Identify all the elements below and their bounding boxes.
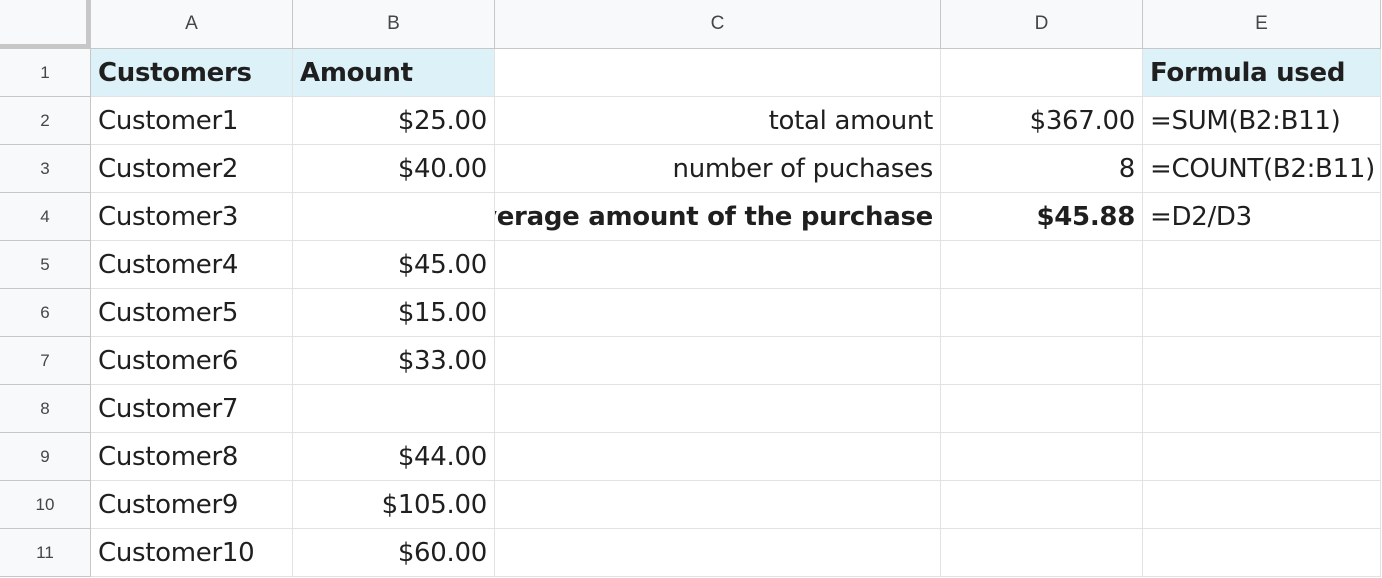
cell-b4[interactable] (293, 193, 495, 241)
spreadsheet-grid: A B C D E 1 Customers Amount Formula use… (0, 0, 1382, 578)
row-header[interactable]: 9 (0, 433, 91, 481)
row-header[interactable]: 8 (0, 385, 91, 433)
cell-b7[interactable]: $33.00 (293, 337, 495, 385)
cell-c4[interactable]: average amount of the purchase (495, 193, 941, 241)
row-header[interactable]: 2 (0, 97, 91, 145)
cell-d10[interactable] (941, 481, 1143, 529)
cell-c10[interactable] (495, 481, 941, 529)
cell-d4[interactable]: $45.88 (941, 193, 1143, 241)
row-header[interactable]: 11 (0, 529, 91, 577)
cell-e7[interactable] (1143, 337, 1381, 385)
cell-d1[interactable] (941, 49, 1143, 97)
cell-e9[interactable] (1143, 433, 1381, 481)
cell-a6[interactable]: Customer5 (91, 289, 293, 337)
cell-e11[interactable] (1143, 529, 1381, 577)
column-header-b[interactable]: B (293, 0, 495, 49)
cell-b11[interactable]: $60.00 (293, 529, 495, 577)
cell-c2[interactable]: total amount (495, 97, 941, 145)
cell-d3[interactable]: 8 (941, 145, 1143, 193)
cell-a1[interactable]: Customers (91, 49, 293, 97)
cell-c3[interactable]: number of puchases (495, 145, 941, 193)
row-header[interactable]: 4 (0, 193, 91, 241)
row-header[interactable]: 10 (0, 481, 91, 529)
cell-e10[interactable] (1143, 481, 1381, 529)
cell-c5[interactable] (495, 241, 941, 289)
cell-a8[interactable]: Customer7 (91, 385, 293, 433)
cell-e4[interactable]: =D2/D3 (1143, 193, 1381, 241)
cell-b8[interactable] (293, 385, 495, 433)
cell-e1[interactable]: Formula used (1143, 49, 1381, 97)
cell-b3[interactable]: $40.00 (293, 145, 495, 193)
cell-b5[interactable]: $45.00 (293, 241, 495, 289)
cell-d11[interactable] (941, 529, 1143, 577)
cell-d7[interactable] (941, 337, 1143, 385)
cell-a4[interactable]: Customer3 (91, 193, 293, 241)
cell-b2[interactable]: $25.00 (293, 97, 495, 145)
row-header[interactable]: 6 (0, 289, 91, 337)
cell-a9[interactable]: Customer8 (91, 433, 293, 481)
cell-e3[interactable]: =COUNT(B2:B11) (1143, 145, 1381, 193)
cell-b9[interactable]: $44.00 (293, 433, 495, 481)
cell-e6[interactable] (1143, 289, 1381, 337)
column-header-d[interactable]: D (941, 0, 1143, 49)
column-header-a[interactable]: A (91, 0, 293, 49)
cell-e5[interactable] (1143, 241, 1381, 289)
cell-e2[interactable]: =SUM(B2:B11) (1143, 97, 1381, 145)
column-header-e[interactable]: E (1143, 0, 1381, 49)
cell-d8[interactable] (941, 385, 1143, 433)
cell-a7[interactable]: Customer6 (91, 337, 293, 385)
row-header[interactable]: 5 (0, 241, 91, 289)
cell-c6[interactable] (495, 289, 941, 337)
cell-c8[interactable] (495, 385, 941, 433)
cell-a10[interactable]: Customer9 (91, 481, 293, 529)
cell-c7[interactable] (495, 337, 941, 385)
cell-b6[interactable]: $15.00 (293, 289, 495, 337)
row-header[interactable]: 1 (0, 49, 91, 97)
row-header[interactable]: 7 (0, 337, 91, 385)
cell-e8[interactable] (1143, 385, 1381, 433)
cell-c1[interactable] (495, 49, 941, 97)
cell-d6[interactable] (941, 289, 1143, 337)
cell-b1[interactable]: Amount (293, 49, 495, 97)
cell-c9[interactable] (495, 433, 941, 481)
cell-a5[interactable]: Customer4 (91, 241, 293, 289)
cell-d2[interactable]: $367.00 (941, 97, 1143, 145)
cell-a3[interactable]: Customer2 (91, 145, 293, 193)
cell-a11[interactable]: Customer10 (91, 529, 293, 577)
cell-d9[interactable] (941, 433, 1143, 481)
cell-c11[interactable] (495, 529, 941, 577)
cell-b10[interactable]: $105.00 (293, 481, 495, 529)
row-header[interactable]: 3 (0, 145, 91, 193)
column-header-c[interactable]: C (495, 0, 941, 49)
cell-d5[interactable] (941, 241, 1143, 289)
cell-a2[interactable]: Customer1 (91, 97, 293, 145)
select-all-corner[interactable] (0, 0, 91, 49)
